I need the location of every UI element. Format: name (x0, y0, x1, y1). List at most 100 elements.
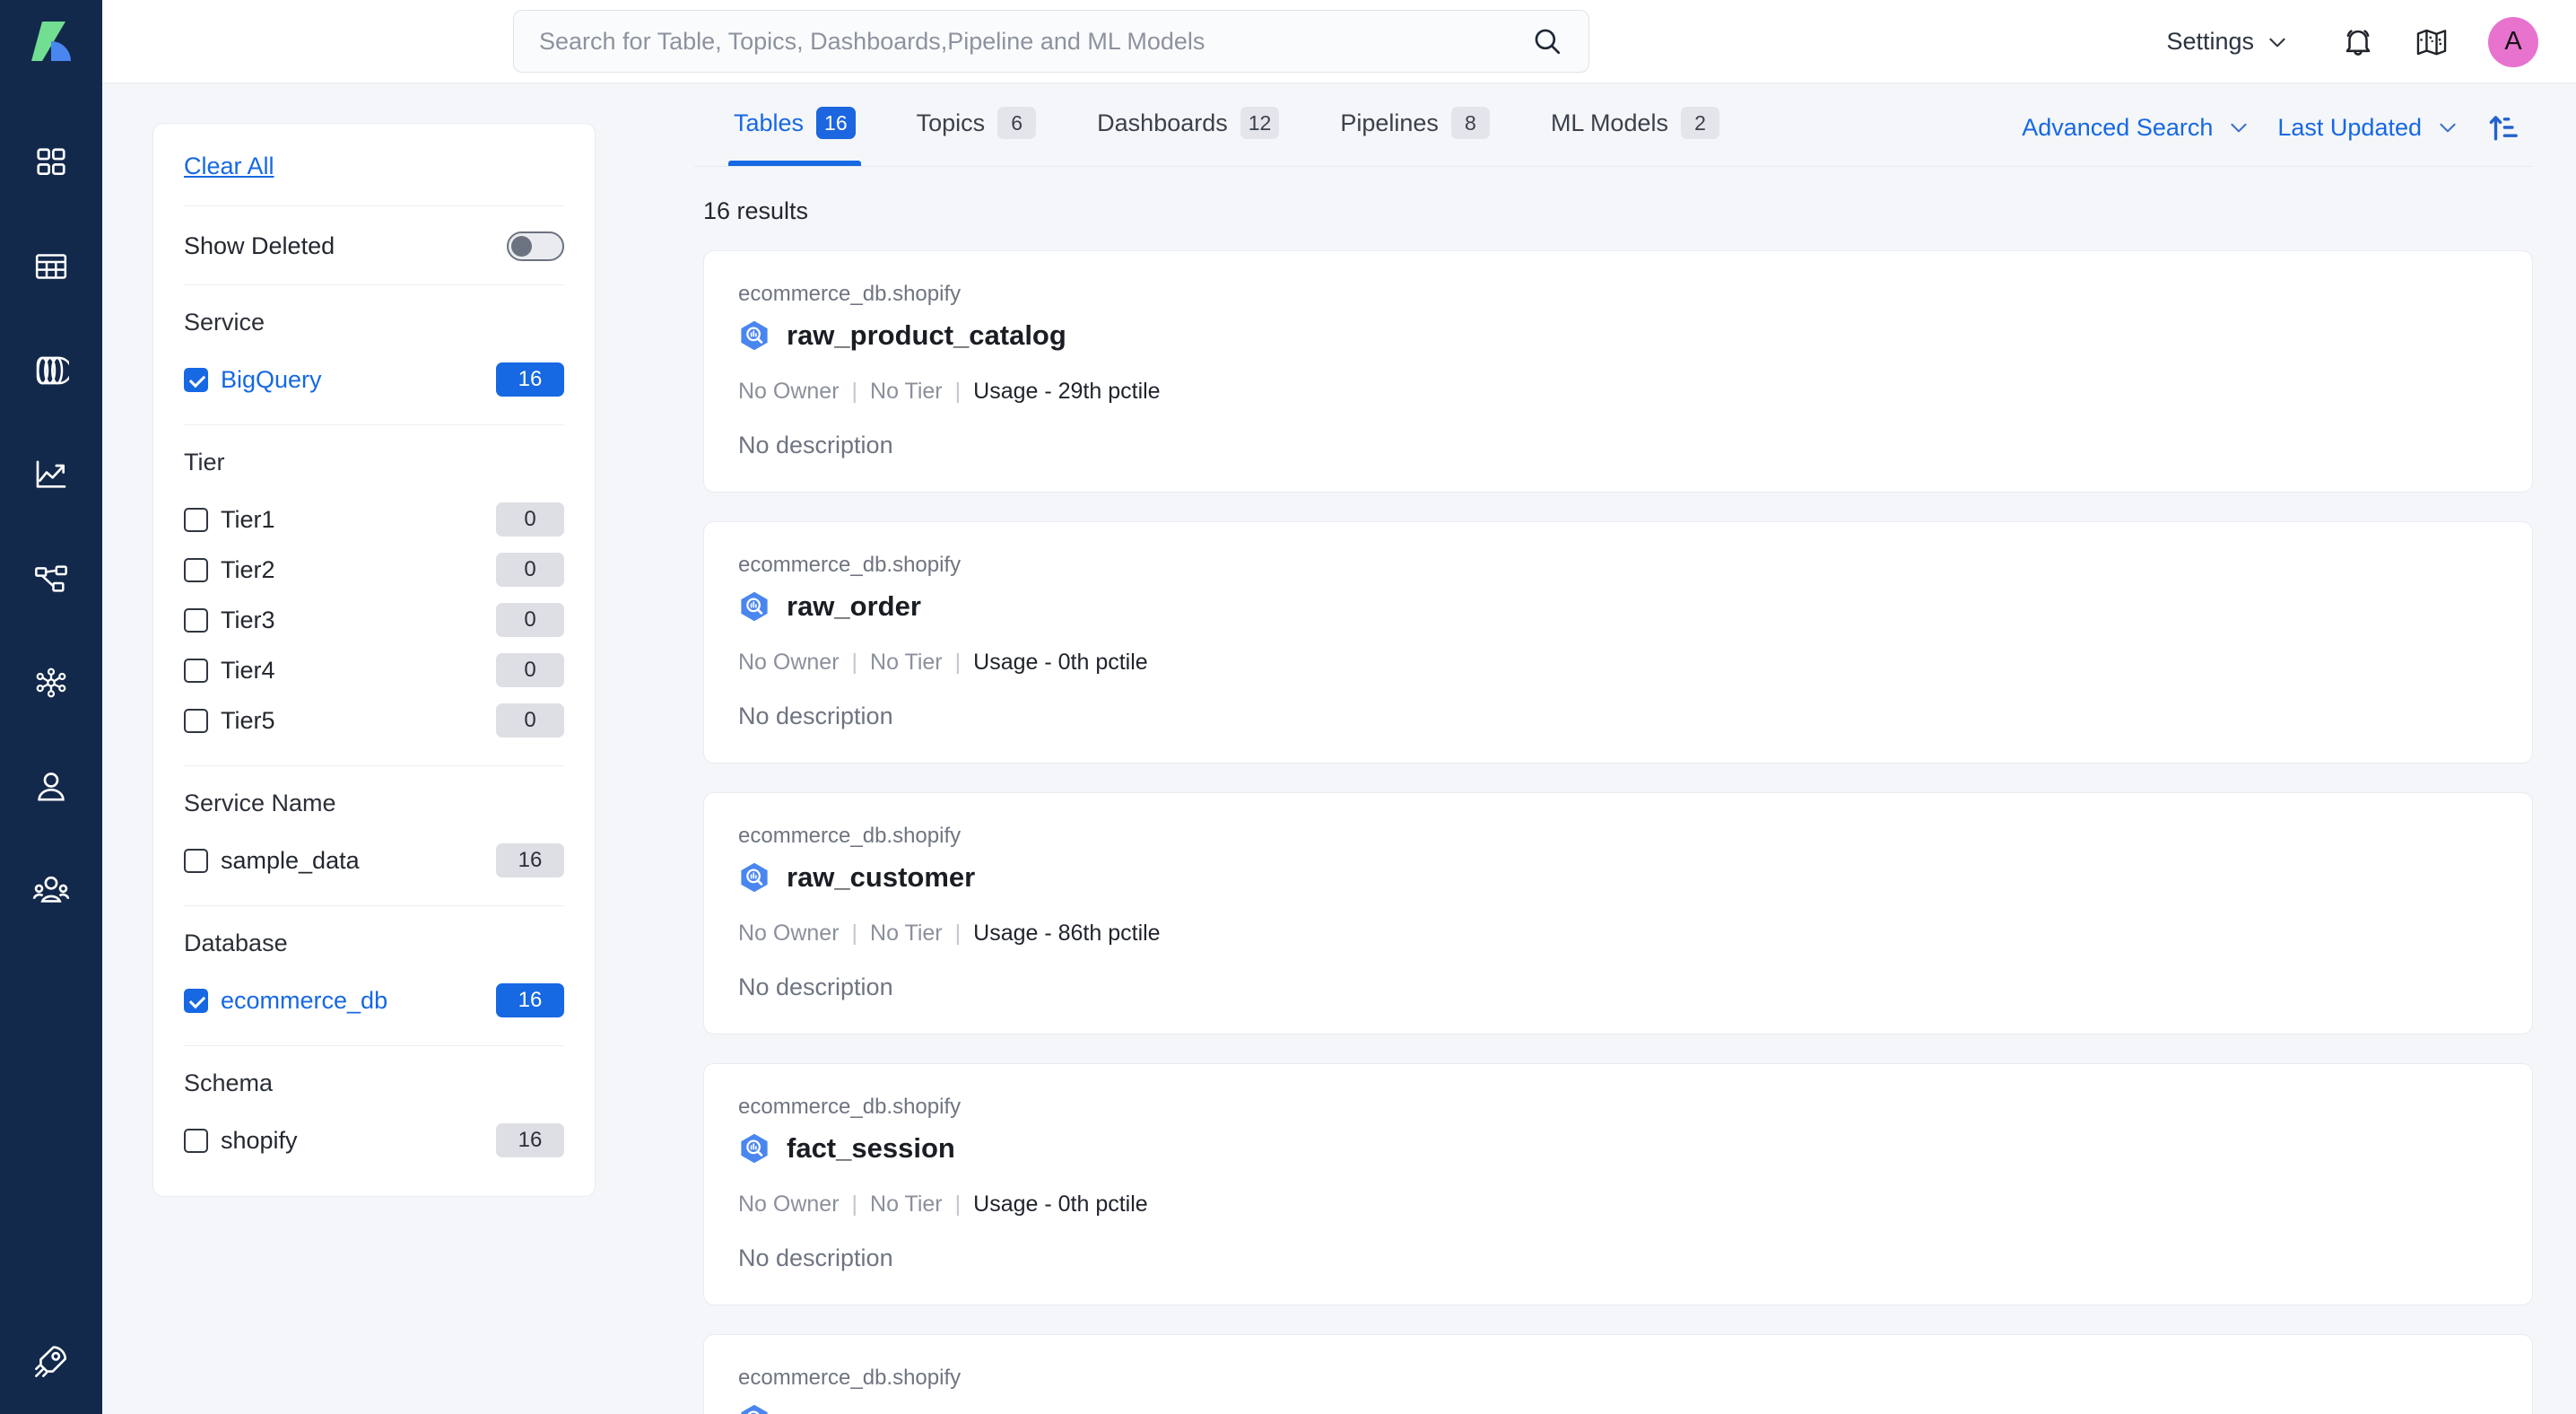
search-input[interactable] (539, 11, 1529, 72)
checkbox-ecommerce-db[interactable] (184, 988, 208, 1013)
checkbox-sample-data[interactable] (184, 848, 208, 873)
filter-group-database: Database ecommerce_db 16 (184, 906, 564, 1045)
filter-item-tier3[interactable]: Tier3 0 (184, 595, 564, 645)
result-card[interactable]: ecommerce_db.shopify fact_session No Own… (703, 1063, 2533, 1305)
card-title[interactable]: raw_customer (787, 861, 975, 894)
table-icon[interactable] (27, 242, 75, 291)
tab-dashboards[interactable]: Dashboards 12 (1066, 83, 1310, 166)
sort-field-dropdown[interactable]: Last Updated (2277, 114, 2459, 142)
rocket-icon[interactable] (27, 1337, 75, 1385)
bigquery-icon (741, 1404, 768, 1414)
tab-topics[interactable]: Topics 6 (886, 83, 1067, 166)
filter-item-tier1[interactable]: Tier1 0 (184, 494, 564, 545)
chevron-down-icon (2440, 123, 2456, 133)
pipeline-icon[interactable] (27, 554, 75, 603)
result-card[interactable]: ecommerce_db.shopify (703, 1334, 2533, 1414)
database-icon[interactable] (27, 346, 75, 395)
user-icon[interactable] (27, 763, 75, 811)
filter-label[interactable]: Tier4 (221, 657, 275, 685)
filter-label[interactable]: Tier2 (221, 556, 275, 584)
filter-label[interactable]: sample_data (221, 847, 360, 875)
card-title[interactable]: fact_session (787, 1132, 955, 1165)
tab-label: Topics (916, 109, 986, 136)
filter-count-badge: 16 (496, 1123, 564, 1157)
checkbox-tier2[interactable] (184, 557, 208, 582)
filter-item-tier2[interactable]: Tier2 0 (184, 545, 564, 595)
ml-model-icon[interactable] (27, 659, 75, 707)
meta-separator: | (851, 650, 858, 675)
checkbox-bigquery[interactable] (184, 367, 208, 392)
clear-all-link[interactable]: Clear All (184, 153, 274, 180)
result-card[interactable]: ecommerce_db.shopify raw_product_catalog (703, 250, 2533, 493)
filter-label[interactable]: Tier5 (221, 707, 275, 735)
tab-label: Dashboards (1097, 109, 1228, 136)
sort-ascending-icon[interactable] (2485, 109, 2522, 146)
filter-item-tier4[interactable]: Tier4 0 (184, 645, 564, 695)
card-title[interactable]: raw_product_catalog (787, 319, 1066, 352)
tab-count-badge: 8 (1450, 107, 1490, 139)
chevron-down-icon (2231, 123, 2247, 133)
entity-tabs-bar: Tables 16 Topics 6 Dashboards 12 Pipelin… (694, 83, 2533, 167)
checkbox-tier5[interactable] (184, 708, 208, 733)
toggle-knob (511, 235, 532, 257)
filter-count-badge: 0 (496, 603, 564, 637)
avatar[interactable]: A (2488, 16, 2538, 67)
results-count-label: 16 results (703, 197, 809, 224)
results-toolbar: Advanced Search Last Updated (2022, 109, 2522, 146)
search-box[interactable] (513, 10, 1589, 73)
card-usage: Usage - 29th pctile (973, 379, 1161, 404)
tab-count-badge: 6 (997, 107, 1037, 139)
meta-separator: | (954, 921, 962, 946)
filter-item-left: ecommerce_db (184, 987, 387, 1015)
card-owner: No Owner (738, 921, 840, 946)
filter-group-tier: Tier Tier1 0 Tier2 0 Tier3 0 Tier4 0 Tie… (184, 425, 564, 765)
bell-icon[interactable] (2330, 14, 2386, 70)
teams-icon[interactable] (27, 867, 75, 915)
tab-pipelines[interactable]: Pipelines 8 (1310, 83, 1520, 166)
meta-separator: | (954, 379, 962, 404)
result-card[interactable]: ecommerce_db.shopify raw_order No Owner … (703, 521, 2533, 764)
filter-item-ecommerce-db[interactable]: ecommerce_db 16 (184, 975, 564, 1026)
tab-tables[interactable]: Tables 16 (703, 83, 886, 166)
bigquery-icon (741, 320, 768, 351)
map-book-icon[interactable] (2404, 14, 2459, 70)
card-usage: Usage - 86th pctile (973, 921, 1161, 946)
filter-item-bigquery[interactable]: BigQuery 16 (184, 354, 564, 405)
filter-item-left: Tier5 (184, 707, 275, 735)
filter-label[interactable]: shopify (221, 1127, 298, 1155)
meta-separator: | (851, 921, 858, 946)
show-deleted-toggle[interactable] (507, 231, 564, 261)
filter-group-title: Database (184, 930, 288, 956)
chart-line-icon[interactable] (27, 450, 75, 499)
settings-menu-button[interactable]: Settings (2157, 21, 2298, 63)
filter-item-shopify[interactable]: shopify 16 (184, 1115, 564, 1165)
card-title-row: fact_session (738, 1132, 2498, 1165)
card-path: ecommerce_db.shopify (738, 1095, 962, 1119)
filter-item-sample-data[interactable]: sample_data 16 (184, 835, 564, 886)
search-icon[interactable] (1529, 23, 1565, 59)
results-list[interactable]: 16 results ecommerce_db.shopify raw_prod… (694, 167, 2533, 1414)
card-meta: No Owner | No Tier | Usage - 0th pctile (738, 1191, 2498, 1218)
left-nav-rail (0, 0, 102, 1414)
openmetadata-logo[interactable] (0, 0, 102, 83)
checkbox-shopify[interactable] (184, 1128, 208, 1153)
checkbox-tier3[interactable] (184, 607, 208, 633)
card-description: No description (738, 432, 893, 458)
card-title[interactable]: raw_order (787, 590, 921, 623)
filter-group-schema: Schema shopify 16 (184, 1046, 564, 1196)
advanced-search-button[interactable]: Advanced Search (2022, 114, 2250, 142)
result-card[interactable]: ecommerce_db.shopify raw_customer No Own… (703, 792, 2533, 1034)
filter-label[interactable]: Tier3 (221, 607, 275, 634)
filter-label[interactable]: ecommerce_db (221, 987, 387, 1015)
tab-ml-models[interactable]: ML Models 2 (1520, 83, 1750, 166)
filter-label[interactable]: BigQuery (221, 366, 322, 394)
global-search (513, 10, 1589, 73)
checkbox-tier4[interactable] (184, 658, 208, 683)
filter-count-badge: 0 (496, 703, 564, 738)
card-description: No description (738, 973, 893, 1000)
checkbox-tier1[interactable] (184, 507, 208, 532)
grid-dashboard-icon[interactable] (27, 138, 75, 187)
main-column: Settings (102, 0, 2576, 1414)
filter-item-tier5[interactable]: Tier5 0 (184, 695, 564, 746)
filter-label[interactable]: Tier1 (221, 506, 275, 534)
